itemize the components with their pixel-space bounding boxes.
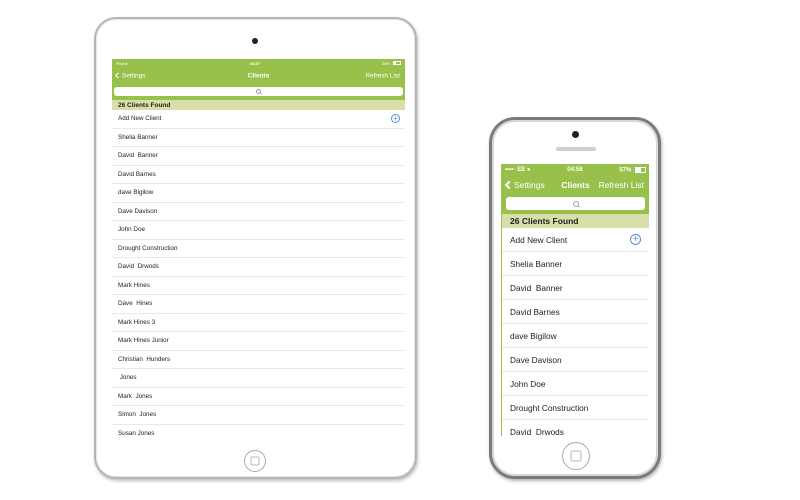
- status-bar: ••••◦ EE ● 04:58 57%: [502, 164, 649, 176]
- client-name: John Doe: [510, 378, 546, 389]
- client-row[interactable]: Simon Jones: [112, 406, 405, 425]
- client-name: Drought Construction: [118, 244, 178, 252]
- client-row[interactable]: dave Bigilow: [502, 324, 649, 348]
- client-row[interactable]: David Drwods: [112, 258, 405, 277]
- client-name: Mark Hines Junior: [118, 337, 169, 345]
- wifi-icon: ●: [125, 60, 128, 66]
- client-name: Dave Hines: [118, 300, 153, 308]
- client-row[interactable]: Mark Hines Junior: [112, 332, 405, 351]
- client-name: Mark Hines: [118, 281, 150, 289]
- client-name: dave Bigilow: [510, 330, 557, 341]
- client-name: David Drwods: [118, 263, 159, 271]
- battery-label: 35%: [381, 60, 390, 66]
- search-icon: [572, 200, 579, 207]
- status-carrier: ••••◦ EE ●: [505, 167, 531, 173]
- search-input[interactable]: [114, 87, 403, 96]
- client-row[interactable]: John Doe: [112, 221, 405, 240]
- nav-bar: Settings Clients Refresh List: [502, 176, 649, 194]
- battery-icon: [635, 166, 646, 173]
- client-name: David Banner: [510, 282, 563, 293]
- plus-circle-icon[interactable]: +: [391, 114, 400, 124]
- client-row[interactable]: Susan Jones: [112, 425, 405, 442]
- client-row[interactable]: Mark Hines: [112, 277, 405, 295]
- client-row[interactable]: David Drwods: [502, 420, 649, 437]
- home-button[interactable]: [244, 450, 266, 472]
- client-name: Dave Davison: [118, 207, 158, 215]
- clients-list: Add New Client + Shelia Banner David Bann…: [502, 228, 649, 436]
- battery-label: 57%: [619, 167, 632, 174]
- client-name: Drought Construction: [510, 402, 589, 413]
- showcase-stage: iPad ● 04:57 35% Settings Clients Refres…: [0, 0, 800, 500]
- refresh-list-button[interactable]: Refresh List: [365, 72, 400, 79]
- client-row[interactable]: Mark Jones: [112, 388, 405, 406]
- client-name: David Barnes: [510, 306, 560, 317]
- client-name: David Banner: [118, 152, 158, 160]
- client-name: Simon Jones: [118, 411, 157, 419]
- client-name: David Barnes: [118, 170, 156, 178]
- client-row[interactable]: David Barnes: [112, 166, 405, 184]
- status-time: 04:57: [249, 60, 260, 66]
- add-new-client-label: Add New Client: [510, 234, 568, 245]
- carrier-label: EE: [517, 167, 526, 173]
- client-row[interactable]: David Banner: [502, 276, 649, 300]
- search-icon: [256, 89, 261, 94]
- camera-icon: [572, 131, 579, 138]
- plus-circle-icon[interactable]: +: [630, 234, 641, 245]
- refresh-list-button[interactable]: Refresh List: [599, 180, 644, 190]
- client-name: Shelia Banner: [510, 258, 563, 269]
- client-name: dave Bigilow: [118, 189, 154, 197]
- clients-list: Add New Client + Shelia Banner David Bann…: [112, 110, 405, 441]
- client-name: John Doe: [118, 226, 145, 234]
- client-row[interactable]: Drought Construction: [112, 240, 405, 258]
- client-row[interactable]: Christian Hunders: [112, 351, 405, 369]
- add-new-client-row[interactable]: Add New Client +: [112, 110, 405, 129]
- client-row[interactable]: Drought Construction: [502, 396, 649, 420]
- search-bar: [112, 84, 405, 100]
- camera-icon: [252, 38, 258, 44]
- add-new-client-row[interactable]: Add New Client +: [502, 228, 649, 252]
- client-name: Shelia Banner: [118, 133, 158, 141]
- status-bar: iPad ● 04:57 35%: [112, 59, 405, 67]
- client-row[interactable]: John Doe: [502, 372, 649, 396]
- client-name: David Drwods: [510, 426, 564, 437]
- client-row[interactable]: Jones: [112, 369, 405, 388]
- client-row[interactable]: Dave Davison: [502, 348, 649, 372]
- signal-icon: ••••◦: [505, 167, 516, 173]
- wifi-icon: ●: [526, 167, 531, 173]
- client-row[interactable]: dave Bigilow: [112, 184, 405, 203]
- client-row[interactable]: David Banner: [112, 147, 405, 166]
- clients-count-header: 26 Clients Found: [112, 100, 405, 110]
- ipad-device: iPad ● 04:57 35% Settings Clients Refres…: [94, 17, 417, 479]
- client-name: Dave Davison: [510, 354, 562, 365]
- client-row[interactable]: Mark Hines 3: [112, 314, 405, 332]
- speaker-grille: [556, 147, 596, 151]
- client-name: Jones: [118, 374, 137, 382]
- carrier-label: iPad: [116, 60, 125, 66]
- battery-icon: [393, 61, 401, 66]
- add-new-client-label: Add New Client: [118, 115, 162, 123]
- status-battery: 57%: [619, 166, 646, 174]
- ipad-screen: iPad ● 04:57 35% Settings Clients Refres…: [112, 59, 405, 441]
- search-input[interactable]: [506, 197, 645, 210]
- status-time: 04:58: [567, 167, 583, 173]
- client-row[interactable]: Shelia Banner: [502, 252, 649, 276]
- client-row[interactable]: Dave Hines: [112, 295, 405, 314]
- home-button[interactable]: [562, 442, 590, 470]
- client-row[interactable]: David Barnes: [502, 300, 649, 324]
- client-name: Mark Jones: [118, 392, 153, 400]
- client-row[interactable]: Shelia Banner: [112, 129, 405, 147]
- client-name: Christian Hunders: [118, 355, 171, 363]
- status-battery: 35%: [382, 61, 401, 66]
- nav-bar: Settings Clients Refresh List: [112, 67, 405, 84]
- client-name: Susan Jones: [118, 429, 155, 437]
- client-row[interactable]: Dave Davison: [112, 203, 405, 221]
- status-carrier: iPad ●: [116, 61, 128, 66]
- client-name: Mark Hines 3: [118, 318, 156, 326]
- clients-count-header: 26 Clients Found: [502, 214, 649, 228]
- page-title: Clients: [247, 72, 270, 79]
- iphone-device: ••••◦ EE ● 04:58 57% Settings Clients Re…: [489, 117, 661, 479]
- iphone-screen: ••••◦ EE ● 04:58 57% Settings Clients Re…: [501, 164, 649, 436]
- search-bar: [502, 194, 649, 214]
